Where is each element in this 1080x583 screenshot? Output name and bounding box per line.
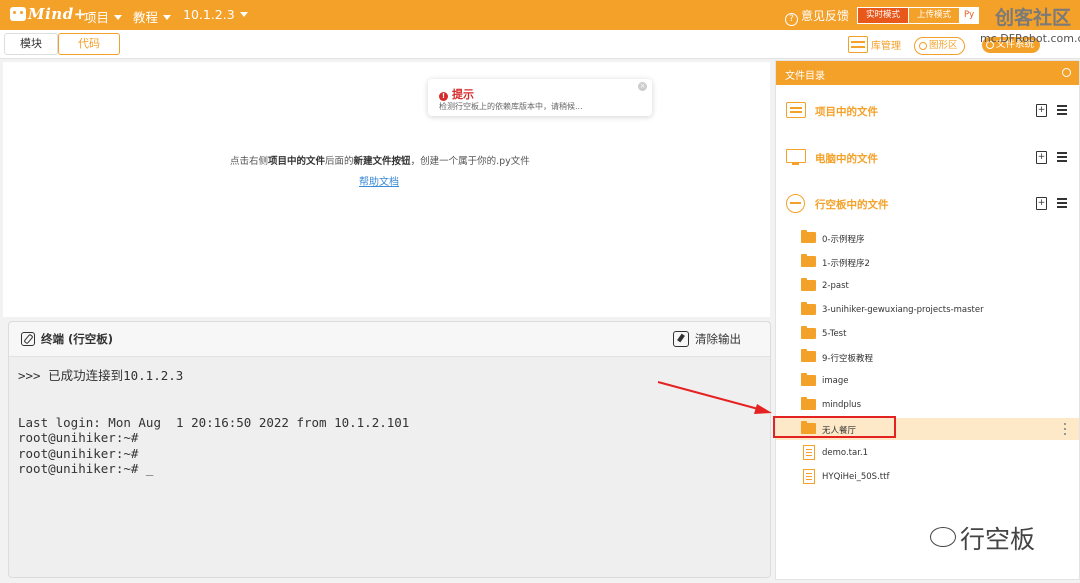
watermark-bottom: 行空板 xyxy=(930,520,1035,556)
watermark-bottom-text: 行空板 xyxy=(960,525,1036,554)
annotation-arrow-head xyxy=(754,404,772,414)
annotation-arrow-line xyxy=(657,381,763,411)
annotation-arrow xyxy=(657,381,772,414)
wechat-icon xyxy=(930,527,956,547)
